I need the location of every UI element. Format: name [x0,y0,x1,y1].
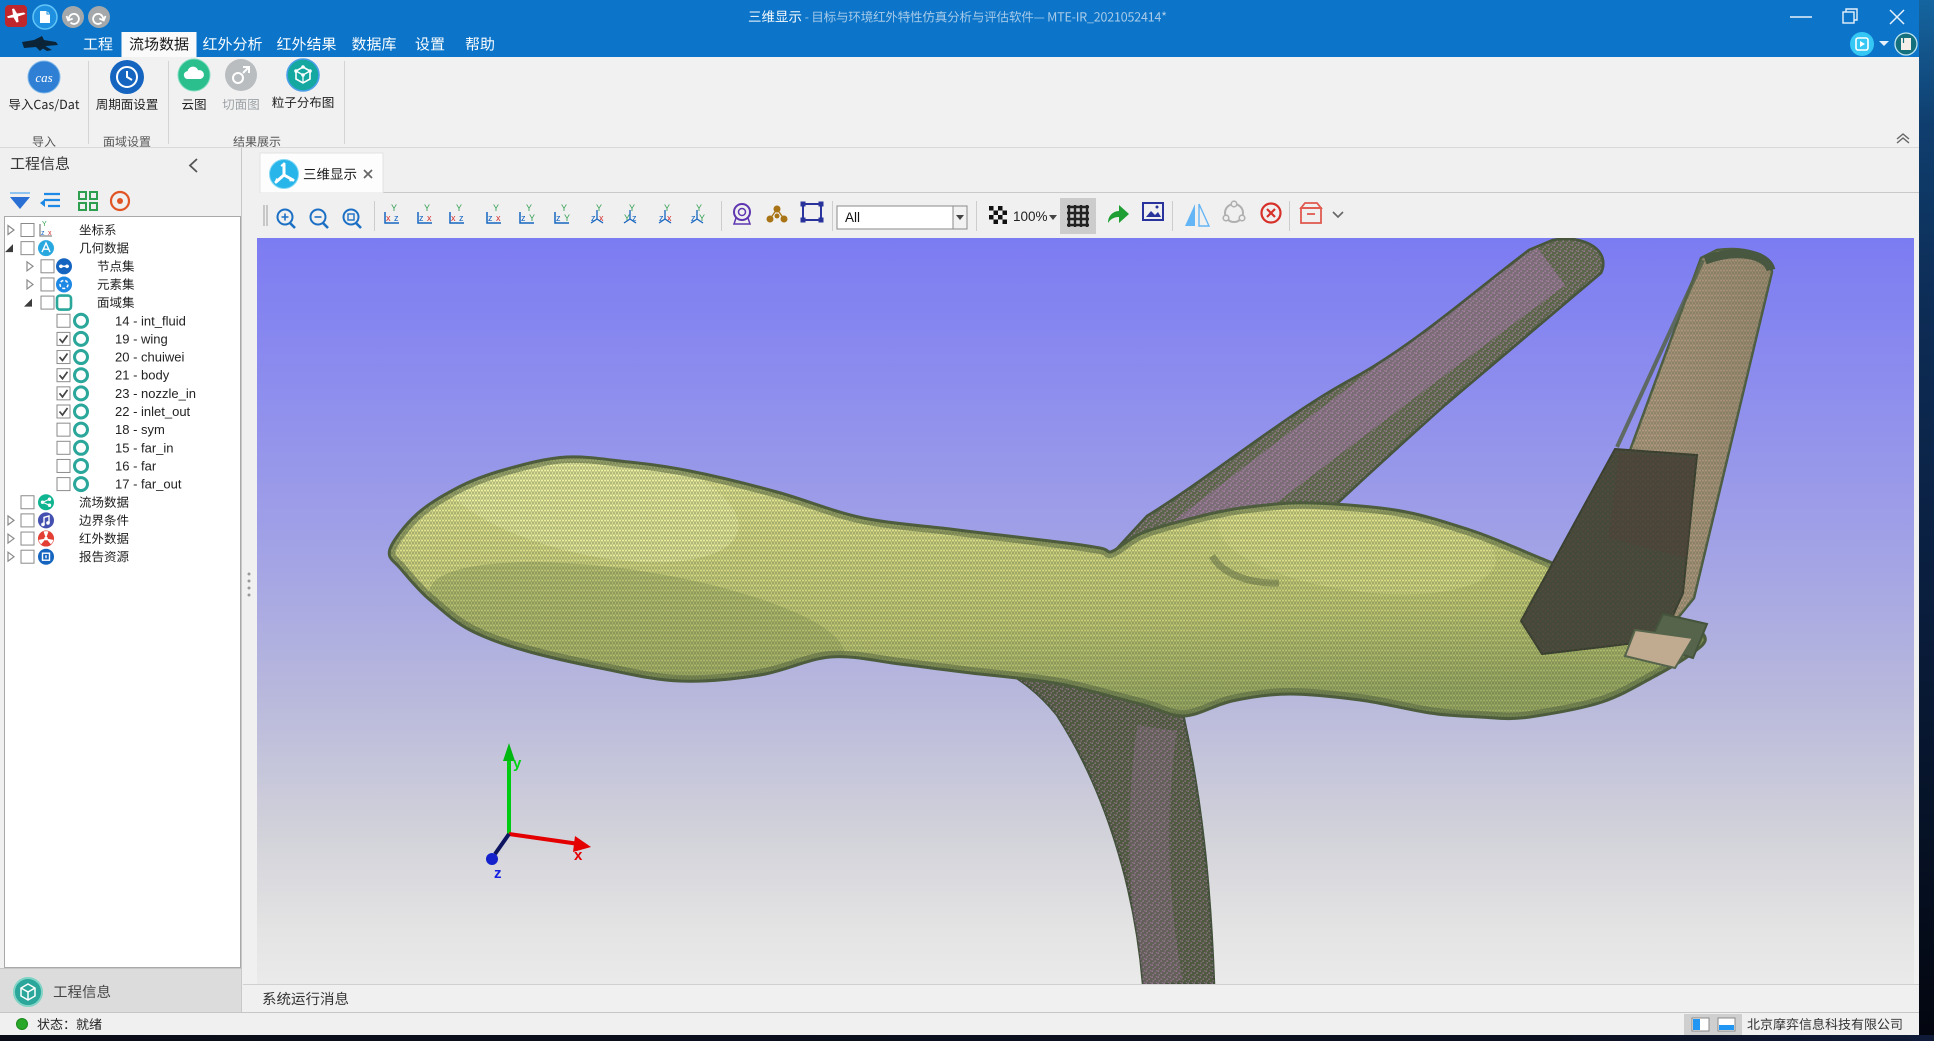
svg-text:x: x [386,213,391,223]
svg-text:z: z [521,213,526,223]
svg-text:z: z [394,213,399,223]
svg-text:15 - far_in: 15 - far_in [115,440,174,455]
svg-text:z: z [41,230,45,237]
svg-text:16 - far: 16 - far [115,458,157,473]
svg-text:z: z [459,213,464,223]
svg-text:Y: Y [529,213,535,223]
svg-text:Y: Y [493,203,499,213]
svg-text:Y: Y [561,203,567,213]
svg-text:20 - chuiwei: 20 - chuiwei [115,350,184,365]
svg-text:Y: Y [42,221,47,228]
svg-text:22 - inlet_out: 22 - inlet_out [115,404,191,419]
svg-text:x: x [48,230,52,237]
svg-text:Y: Y [424,203,430,213]
svg-text:z: z [419,213,424,223]
svg-text:All: All [845,210,860,225]
svg-text:18 - sym: 18 - sym [115,422,165,437]
svg-text:cas: cas [35,70,52,85]
svg-text:21 - body: 21 - body [115,368,170,383]
svg-text:14 - int_fluid: 14 - int_fluid [115,313,186,328]
svg-text:x: x [427,213,432,223]
svg-text:Y: Y [456,203,462,213]
svg-text:z: z [556,213,561,223]
svg-text:x: x [451,213,456,223]
svg-text:x: x [496,213,501,223]
svg-text:z: z [494,865,502,882]
svg-text:19 - wing: 19 - wing [115,331,168,346]
svg-text:Y: Y [564,213,570,223]
svg-text:Y: Y [526,203,532,213]
svg-text:x: x [574,847,583,864]
svg-text:100%: 100% [1013,209,1048,224]
svg-text:z: z [488,213,493,223]
svg-text:23 - nozzle_in: 23 - nozzle_in [115,386,196,401]
svg-text:Y: Y [391,203,397,213]
svg-text:y: y [513,755,522,772]
svg-text:17 - far_out: 17 - far_out [115,477,182,492]
